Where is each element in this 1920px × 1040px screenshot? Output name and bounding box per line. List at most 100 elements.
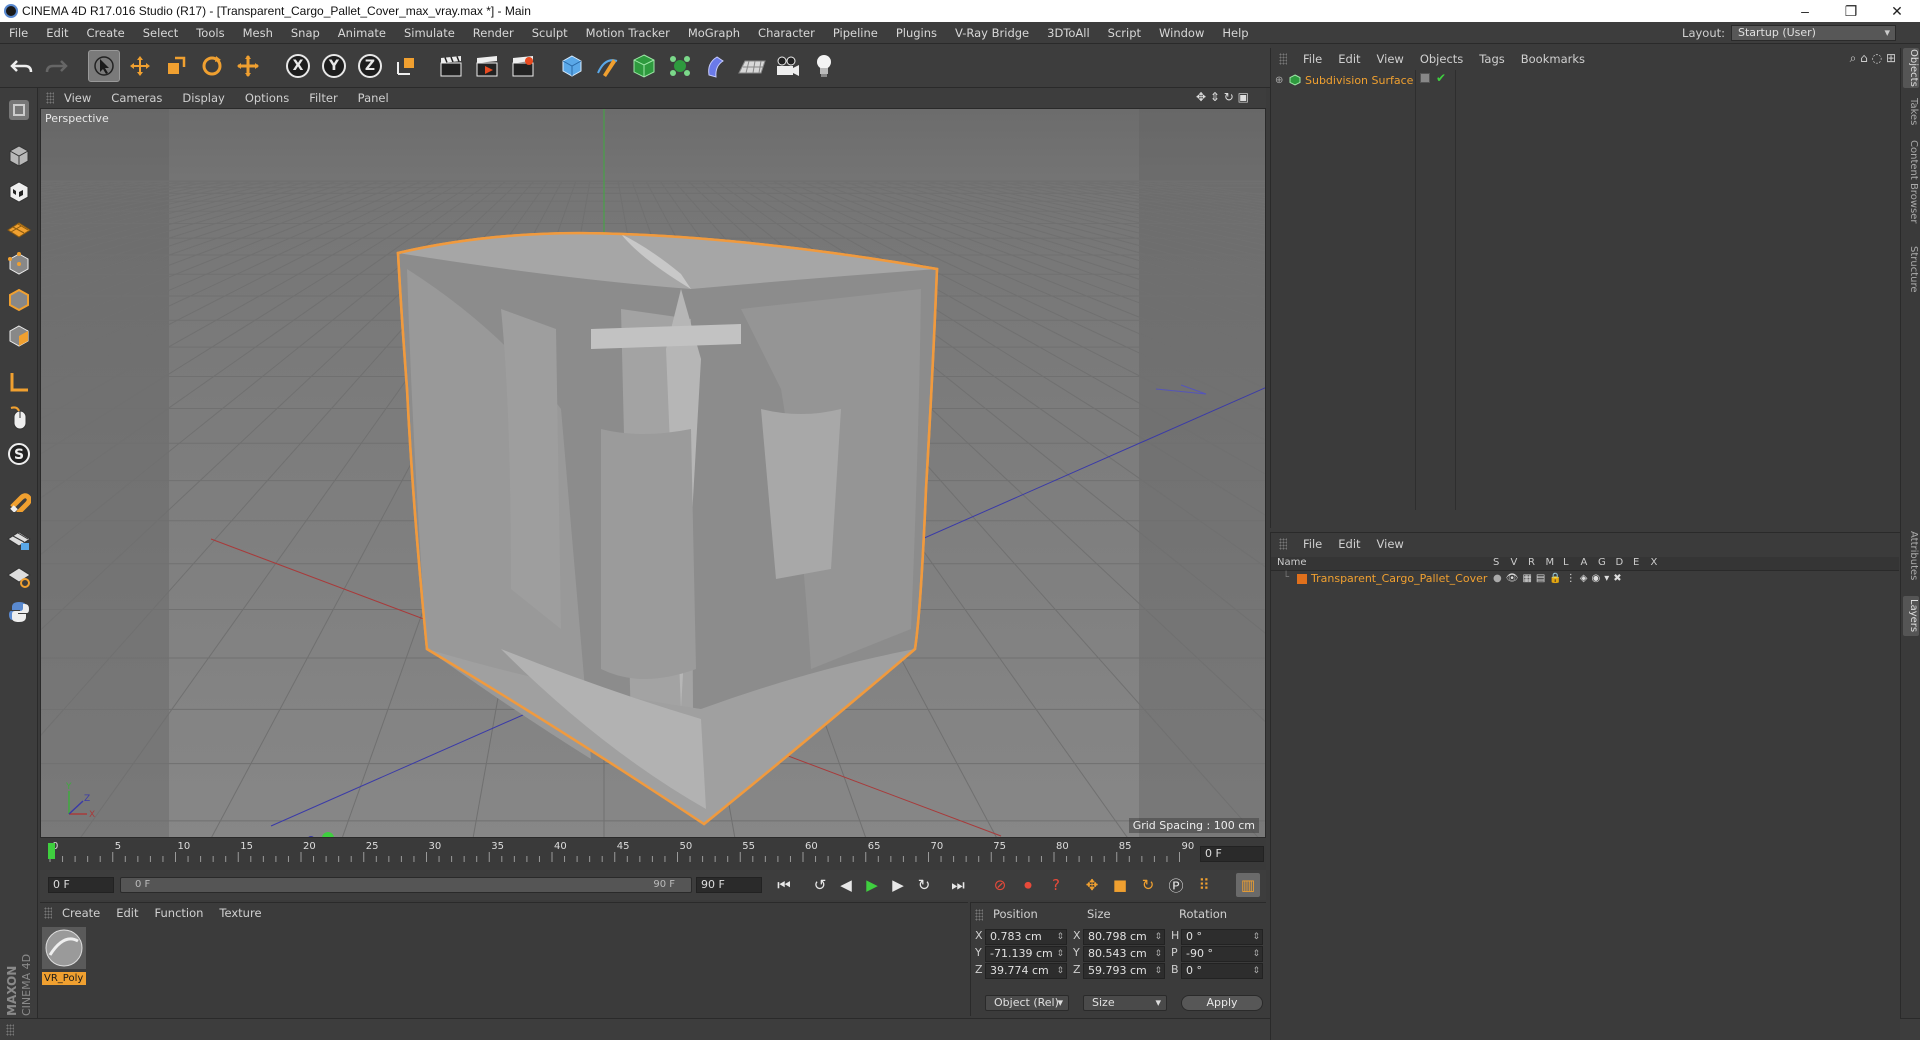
menu-tools[interactable]: Tools [187,26,233,40]
side-tab-content-browser[interactable]: Content Browser [1903,132,1919,232]
layer-menu-file[interactable]: File [1295,537,1330,551]
menu-pipeline[interactable]: Pipeline [824,26,887,40]
go-to-previous-frame-button[interactable]: ◀ [834,873,858,897]
panel-grip-icon[interactable] [44,907,52,919]
menu-create[interactable]: Create [78,26,134,40]
z-axis-toggle[interactable]: Z [354,50,386,82]
timeline-window-button[interactable]: ▥ [1236,873,1260,897]
layer-column-r[interactable]: R [1528,557,1535,568]
layer-column-x[interactable]: X [1651,557,1658,568]
size-z-field[interactable]: 59.793 cm [1083,963,1165,979]
points-mode-button[interactable] [3,248,35,280]
menu-script[interactable]: Script [1099,26,1150,40]
go-to-start-button[interactable]: ⏮ [772,873,796,897]
menu-animate[interactable]: Animate [329,26,395,40]
panel-grip-icon[interactable] [46,92,54,104]
y-axis-toggle[interactable]: Y [318,50,350,82]
layer-column-name[interactable]: Name [1277,557,1307,568]
viewport-menu-cameras[interactable]: Cameras [101,91,172,105]
maximize-button[interactable]: ❐ [1828,0,1874,22]
menu-3dtoall[interactable]: 3DToAll [1038,26,1099,40]
pan-view-icon[interactable]: ✥ [1196,90,1206,104]
object-menu-edit[interactable]: Edit [1330,52,1368,66]
position-y-field[interactable]: -71.139 cm [985,946,1067,962]
object-row[interactable]: ⊕ Subdivision Surface [1275,72,1416,88]
expand-icon[interactable]: ⊕ [1275,75,1285,86]
search-icon[interactable]: ⌕ [1850,51,1857,65]
menu-edit[interactable]: Edit [37,26,77,40]
transform-tool-button[interactable] [232,50,264,82]
menu-window[interactable]: Window [1150,26,1213,40]
deformers-icon[interactable]: ◉ [1592,573,1601,584]
texture-mode-button[interactable] [3,176,35,208]
rotate-view-icon[interactable]: ↻ [1224,90,1234,104]
viewport-menu-panel[interactable]: Panel [348,91,399,105]
size-x-field[interactable]: 80.798 cm [1083,929,1165,945]
object-menu-view[interactable]: View [1369,52,1412,66]
panel-grip-icon[interactable] [975,909,983,921]
position-z-field[interactable]: 39.774 cm [985,963,1067,979]
axis-mode-button[interactable] [3,366,35,398]
magnet-tool-button[interactable] [3,484,35,516]
layer-row[interactable]: └ Transparent_Cargo_Pallet_Cover ● 👁 ▦ ▤… [1271,571,1899,587]
menu-plugins[interactable]: Plugins [887,26,946,40]
layer-color-swatch[interactable] [1297,574,1307,584]
viewport-menu-options[interactable]: Options [235,91,299,105]
key-point-level-button[interactable]: ⠿ [1192,873,1216,897]
side-tab-layers[interactable]: Layers [1903,596,1919,636]
expressions-icon[interactable]: ▾ [1604,573,1609,584]
python-script-button[interactable] [3,596,35,628]
new-window-icon[interactable]: ⊞ [1886,51,1896,65]
panel-grip-icon[interactable] [1279,53,1287,65]
camera-button[interactable] [772,50,804,82]
menu-select[interactable]: Select [134,26,187,40]
undo-button[interactable] [6,50,38,82]
apply-button[interactable]: Apply [1181,995,1263,1011]
layer-column-m[interactable]: M [1546,557,1555,568]
solo-dot-icon[interactable]: ● [1493,573,1502,584]
end-frame-field[interactable]: 90 F [696,877,762,893]
perspective-viewport[interactable]: Y X Z Perspective Grid Spacing : 100 cm [40,108,1266,838]
side-tab-takes[interactable]: Takes [1903,96,1919,128]
manager-icon[interactable]: ▤ [1536,573,1545,584]
coordinate-system-toggle[interactable] [390,50,422,82]
menu-help[interactable]: Help [1213,26,1257,40]
current-frame-field[interactable]: 0 F [1200,846,1264,862]
menu-mograph[interactable]: MoGraph [679,26,749,40]
workplane-mode-button[interactable] [3,212,35,244]
coordinate-mode-dropdown[interactable]: Object (Rel) [985,995,1069,1011]
material-menu-edit[interactable]: Edit [108,906,146,920]
start-frame-field[interactable]: 0 F [48,877,114,893]
rotate-tool-button[interactable] [196,50,228,82]
render-settings-button[interactable] [508,50,540,82]
key-rotation-button[interactable]: ↻ [1136,873,1160,897]
autokeying-button[interactable]: ⏺ [1016,873,1040,897]
size-mode-dropdown[interactable]: Size [1083,995,1167,1011]
rotation-h-field[interactable]: 0 ° [1181,929,1263,945]
light-button[interactable] [808,50,840,82]
toggle-view-icon[interactable]: ▣ [1238,90,1249,104]
menu-snap[interactable]: Snap [282,26,329,40]
home-icon[interactable]: ⌂ [1860,51,1868,65]
timeline-ruler[interactable]: 0 5 10 15 20 25 30 35 40 45 50 55 60 65 70 75 80 85 90 0 F [40,840,1266,870]
panel-grip-icon[interactable] [6,1024,14,1036]
enabled-check-icon[interactable]: ✔ [1436,71,1446,85]
render-view-button[interactable] [436,50,468,82]
position-x-field[interactable]: 0.783 cm [985,929,1067,945]
material-menu-texture[interactable]: Texture [211,906,269,920]
scale-tool-button[interactable] [160,50,192,82]
size-y-field[interactable]: 80.543 cm [1083,946,1165,962]
menu-v-ray-bridge[interactable]: V-Ray Bridge [946,26,1038,40]
object-menu-file[interactable]: File [1295,52,1330,66]
model-mode-button[interactable] [3,140,35,172]
layer-column-e[interactable]: E [1633,557,1639,568]
menu-render[interactable]: Render [464,26,523,40]
layer-column-v[interactable]: V [1511,557,1518,568]
layer-column-s[interactable]: S [1493,557,1499,568]
go-to-previous-key-button[interactable]: ↺ [808,873,832,897]
minimize-button[interactable]: – [1782,0,1828,22]
lock-icon[interactable]: 🔒 [1549,573,1561,584]
spline-pen-button[interactable] [592,50,624,82]
make-editable-button[interactable] [3,94,35,126]
go-to-end-button[interactable]: ⏭ [946,873,970,897]
